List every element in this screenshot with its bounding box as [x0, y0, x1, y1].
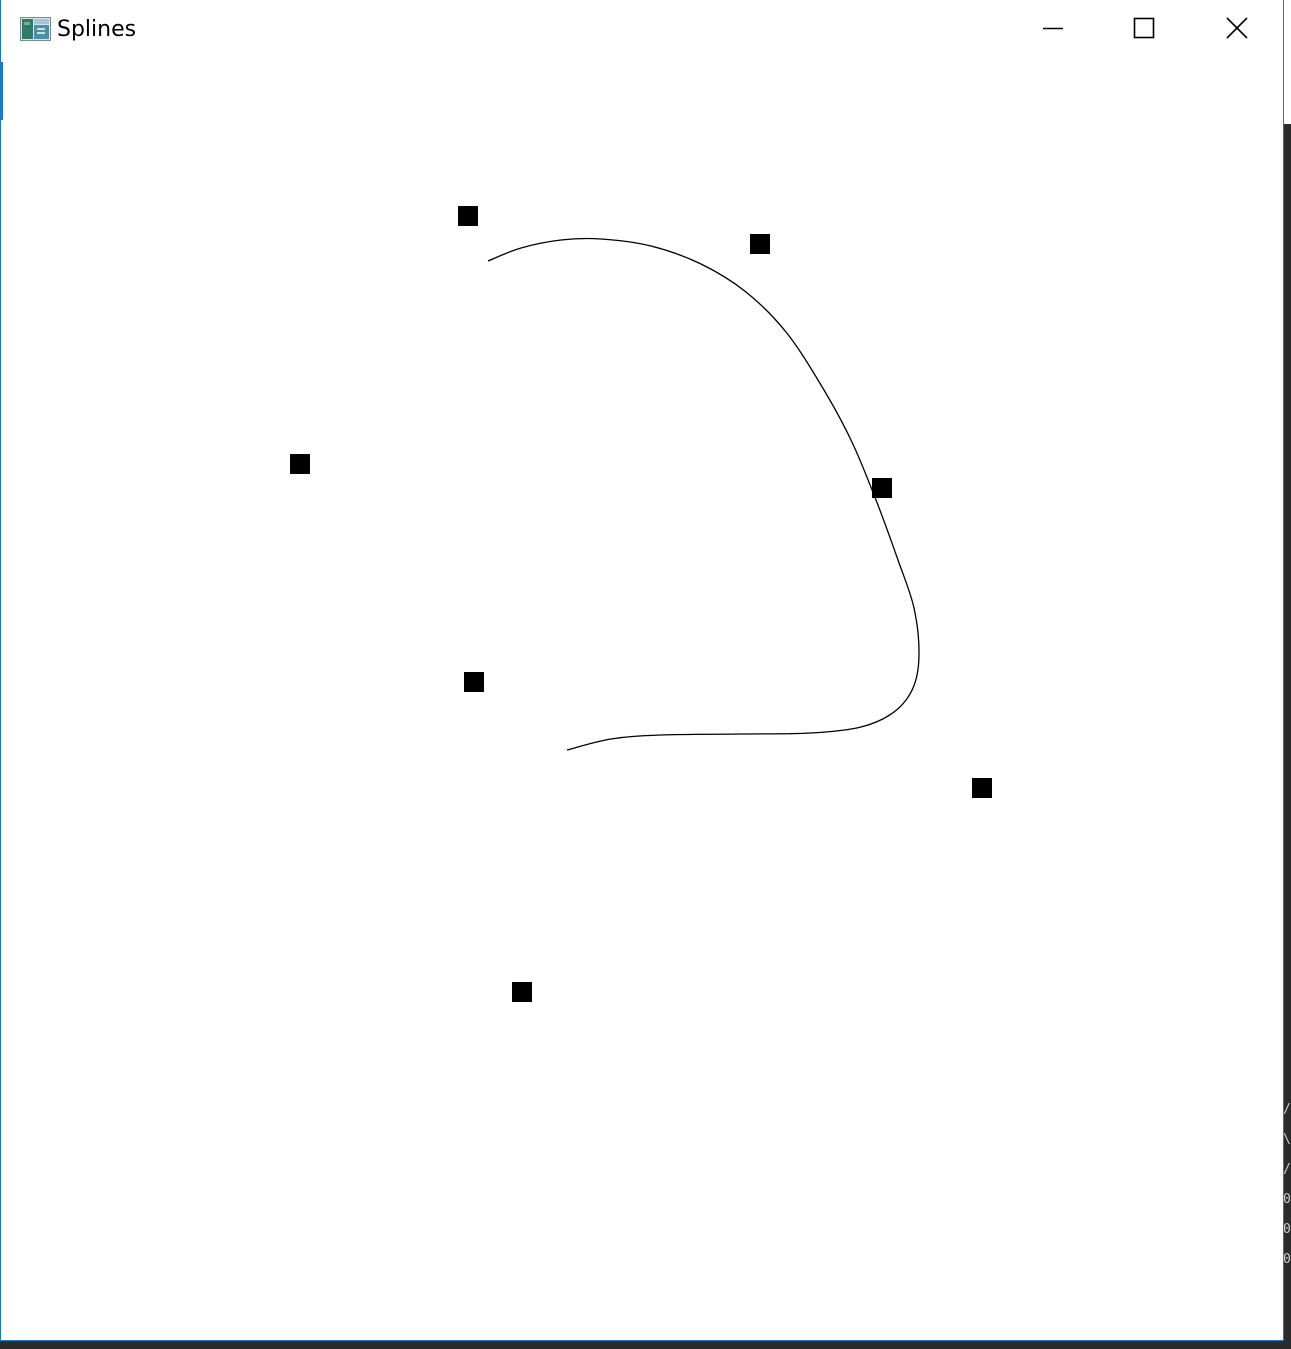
client-area[interactable]: [1, 62, 1283, 1340]
title-bar[interactable]: Splines: [1, 0, 1283, 62]
control-point-7[interactable]: [512, 982, 532, 1002]
desktop-background-light: [1284, 0, 1291, 124]
background-window-edge: / \/0 0 0: [1283, 1102, 1291, 1267]
spline-curve: [487, 237, 920, 751]
splines-window: Splines: [0, 0, 1284, 1341]
control-point-5[interactable]: [464, 672, 484, 692]
control-point-4[interactable]: [872, 478, 892, 498]
close-button[interactable]: [1190, 0, 1282, 58]
control-point-3[interactable]: [290, 454, 310, 474]
minimize-icon: [1043, 27, 1063, 30]
maximize-icon: [1133, 17, 1155, 39]
spline-canvas[interactable]: [1, 62, 1283, 1340]
taskbar-edge: [0, 1341, 1291, 1349]
window-title: Splines: [57, 17, 137, 42]
app-window-icon: [20, 17, 51, 41]
minimize-button[interactable]: [1007, 0, 1099, 58]
control-point-1[interactable]: [458, 206, 478, 226]
control-points: [290, 206, 992, 1002]
control-point-6[interactable]: [972, 778, 992, 798]
maximize-button[interactable]: [1098, 0, 1190, 58]
close-icon: [1226, 17, 1248, 39]
control-point-2[interactable]: [750, 234, 770, 254]
